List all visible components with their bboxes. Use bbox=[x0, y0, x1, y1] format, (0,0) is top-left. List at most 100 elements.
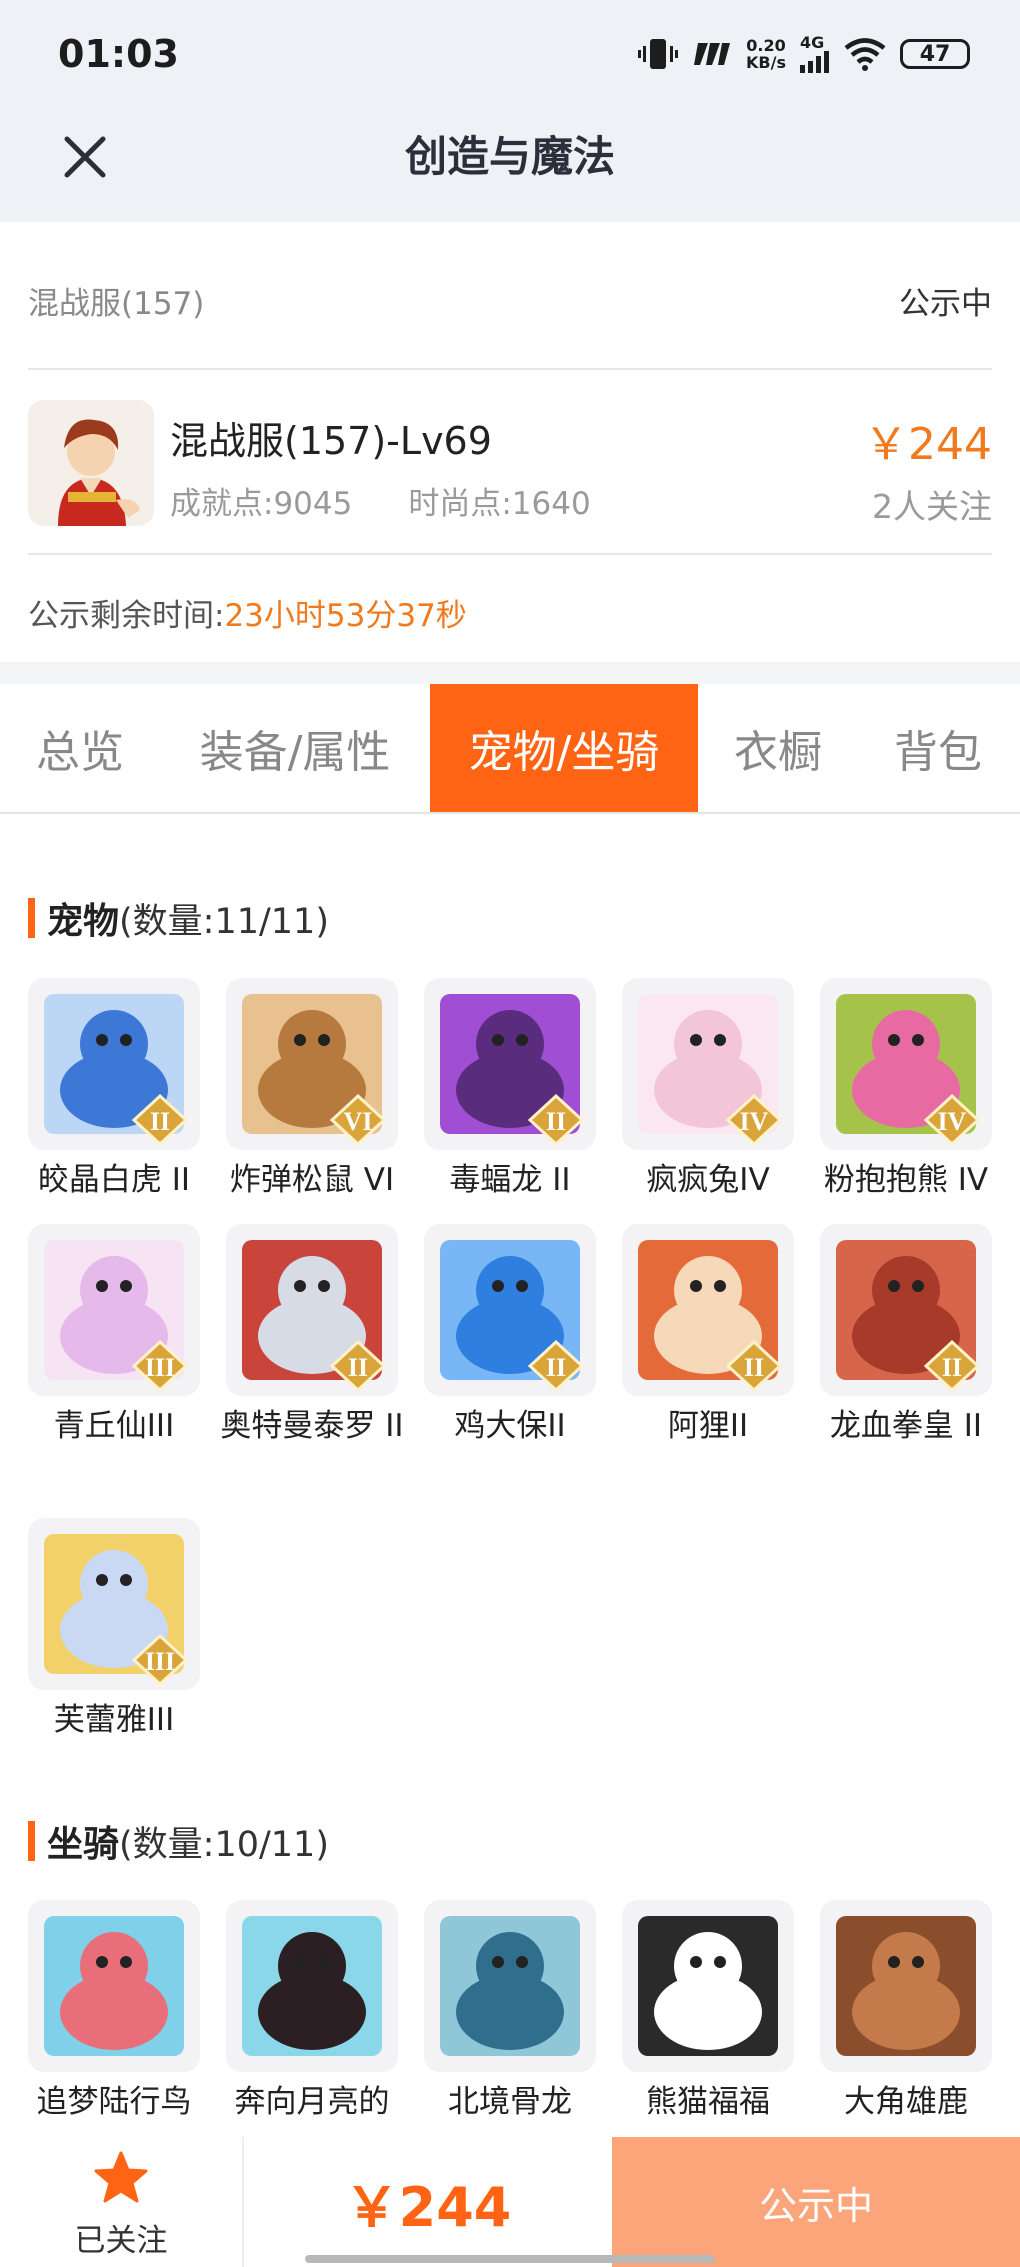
net-speed: 0.20 KB/s bbox=[746, 36, 786, 72]
character-avatar bbox=[28, 400, 154, 526]
rank-text: IV bbox=[740, 1107, 769, 1136]
tab-backpack[interactable]: 背包 bbox=[866, 684, 1010, 812]
tab-overview[interactable]: 总览 bbox=[0, 684, 160, 812]
mount-image bbox=[638, 1916, 778, 2056]
achievement-points: 成就点:9045 bbox=[170, 486, 353, 522]
character-portrait-image bbox=[28, 400, 154, 526]
pet-thumbnail[interactable]: IV bbox=[622, 978, 794, 1150]
pet-thumbnail[interactable]: II bbox=[28, 978, 200, 1150]
signal-group: 4G bbox=[800, 35, 830, 73]
mount-name: 大角雄鹿 bbox=[844, 2084, 968, 2120]
mount-image bbox=[44, 1916, 184, 2056]
pet-thumbnail[interactable]: III bbox=[28, 1518, 200, 1690]
pet-thumbnail[interactable]: VI bbox=[226, 978, 398, 1150]
section-accent-bar bbox=[28, 1821, 35, 1861]
section-divider bbox=[0, 662, 1020, 684]
mount-image bbox=[242, 1916, 382, 2056]
status-time: 01:03 bbox=[58, 32, 179, 76]
pets-section-header: 宠物 (数量:11/11) bbox=[28, 892, 329, 944]
followers-count: 2人关注 bbox=[872, 487, 992, 526]
mount-name: 北境骨龙 bbox=[448, 2084, 572, 2120]
wifi-icon bbox=[844, 38, 886, 71]
nav-bar: 创造与魔法 bbox=[0, 110, 1020, 222]
battery-icon: 47 bbox=[900, 39, 970, 69]
pet-thumbnail[interactable]: II bbox=[226, 1224, 398, 1396]
pet-name: 龙血拳皇 II bbox=[829, 1408, 983, 1444]
pet-name: 毒蝠龙 II bbox=[449, 1162, 571, 1198]
mount-thumbnail[interactable] bbox=[424, 1900, 596, 2072]
pet-thumbnail[interactable]: II bbox=[820, 1224, 992, 1396]
pet-thumbnail[interactable]: II bbox=[622, 1224, 794, 1396]
star-icon bbox=[94, 2151, 148, 2203]
pet-name: 疯疯兔IV bbox=[646, 1162, 770, 1198]
rank-text: III bbox=[145, 1353, 175, 1382]
rank-text: II bbox=[546, 1353, 566, 1382]
remaining-time-value: 23小时53分37秒 bbox=[224, 598, 467, 634]
tab-bar: 总览 装备/属性 宠物/坐骑 衣橱 背包 bbox=[0, 684, 1020, 814]
rank-text: II bbox=[348, 1353, 368, 1382]
server-status: 公示中 bbox=[899, 285, 992, 322]
mounts-title: 坐骑 bbox=[47, 1824, 120, 1865]
rank-text: II bbox=[942, 1353, 962, 1382]
character-card[interactable]: 混战服(157)-Lv69 成就点:9045 时尚点:1640 ￥244 2人关… bbox=[28, 400, 992, 555]
remaining-time-row: 公示剩余时间:23小时53分37秒 bbox=[28, 590, 467, 635]
pet-name: 青丘仙III bbox=[53, 1408, 175, 1444]
pet-thumbnail[interactable]: II bbox=[424, 978, 596, 1150]
pet-name: 炸弹松鼠 VI bbox=[229, 1162, 395, 1198]
bottom-price: ￥244 bbox=[344, 2175, 512, 2239]
mount-thumbnail[interactable] bbox=[622, 1900, 794, 2072]
status-button[interactable]: 公示中 bbox=[612, 2137, 1020, 2267]
pet-thumbnail[interactable]: IV bbox=[820, 978, 992, 1150]
rank-text: II bbox=[546, 1107, 566, 1136]
pet-thumbnail[interactable]: III bbox=[28, 1224, 200, 1396]
pet-name: 芙蕾雅III bbox=[53, 1702, 175, 1738]
mounts-section-header: 坐骑 (数量:10/11) bbox=[28, 1815, 329, 1867]
home-indicator[interactable] bbox=[305, 2255, 715, 2263]
follow-label: 已关注 bbox=[74, 2223, 168, 2259]
page-title: 创造与魔法 bbox=[404, 132, 615, 181]
tab-wardrobe[interactable]: 衣橱 bbox=[712, 684, 844, 812]
bottom-action-bar: 已关注 ￥244 公示中 bbox=[0, 2137, 1020, 2267]
pet-name: 粉抱抱熊 IV bbox=[823, 1162, 989, 1198]
rank-text: IV bbox=[938, 1107, 967, 1136]
pet-image: IV bbox=[836, 994, 981, 1147]
pet-image: II bbox=[638, 1240, 783, 1393]
pet-thumbnail[interactable]: II bbox=[424, 1224, 596, 1396]
follow-button[interactable]: 已关注 bbox=[0, 2137, 242, 2267]
pet-name: 皎晶白虎 II bbox=[37, 1162, 191, 1198]
remaining-time-label: 公示剩余时间: bbox=[28, 598, 225, 634]
vibrate-icon bbox=[638, 39, 679, 69]
section-accent-bar bbox=[28, 898, 35, 938]
rank-text: III bbox=[145, 1647, 175, 1676]
nfc-hd-icon bbox=[694, 43, 731, 65]
mount-name: 熊猫福福 bbox=[646, 2084, 770, 2120]
signal-icon bbox=[800, 51, 829, 73]
pet-name: 奥特曼泰罗 II bbox=[220, 1408, 404, 1444]
pet-image: II bbox=[440, 994, 585, 1147]
pets-title: 宠物 bbox=[47, 901, 120, 942]
mount-thumbnail[interactable] bbox=[820, 1900, 992, 2072]
pet-image: II bbox=[836, 1240, 981, 1393]
pet-image: IV bbox=[638, 994, 783, 1147]
pet-image: II bbox=[44, 994, 189, 1147]
fashion-points: 时尚点:1640 bbox=[408, 486, 591, 522]
pet-image: III bbox=[44, 1534, 189, 1687]
mount-thumbnail[interactable] bbox=[28, 1900, 200, 2072]
server-name: 混战服(157) bbox=[28, 285, 205, 322]
status-icons: 0.20 KB/s 4G 47 bbox=[638, 32, 970, 76]
mount-thumbnail[interactable] bbox=[226, 1900, 398, 2072]
rank-text: VI bbox=[344, 1107, 373, 1136]
server-row: 混战服(157) 公示中 bbox=[28, 250, 992, 370]
pet-image: III bbox=[44, 1240, 189, 1393]
mount-name: 奔向月亮的 bbox=[234, 2084, 390, 2120]
pet-name: 鸡大保II bbox=[454, 1408, 566, 1444]
tab-pets-mounts[interactable]: 宠物/坐骑 bbox=[430, 684, 698, 812]
mount-name: 追梦陆行鸟 bbox=[36, 2084, 192, 2120]
status-bar: 01:03 0.20 KB/s 4G 47 bbox=[0, 0, 1020, 110]
rank-text: II bbox=[744, 1353, 764, 1382]
character-name: 混战服(157)-Lv69 bbox=[170, 419, 492, 463]
tab-equipment[interactable]: 装备/属性 bbox=[175, 684, 415, 812]
pet-image: II bbox=[242, 1240, 387, 1393]
mounts-count: (数量:10/11) bbox=[119, 1824, 329, 1865]
mount-image bbox=[836, 1916, 976, 2056]
